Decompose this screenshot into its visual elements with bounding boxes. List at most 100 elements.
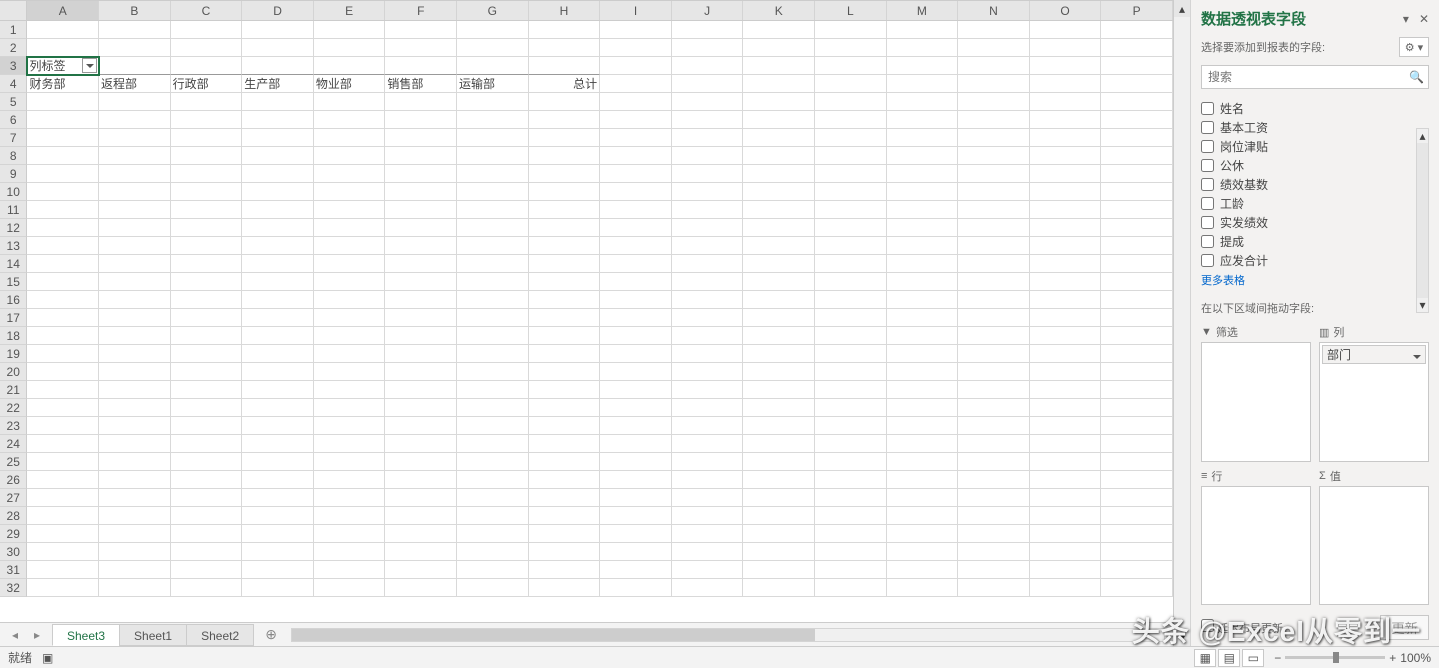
cell[interactable] xyxy=(887,273,959,291)
cell[interactable] xyxy=(887,453,959,471)
cell[interactable] xyxy=(887,525,959,543)
cell[interactable] xyxy=(529,273,601,291)
column-header[interactable]: I xyxy=(600,1,672,20)
cell[interactable] xyxy=(171,201,243,219)
values-zone[interactable]: Σ值 xyxy=(1319,468,1429,606)
cell[interactable] xyxy=(958,39,1030,57)
cell[interactable] xyxy=(27,255,99,273)
cell[interactable] xyxy=(1030,327,1102,345)
cell[interactable] xyxy=(672,219,744,237)
cell[interactable] xyxy=(743,327,815,345)
cell[interactable] xyxy=(743,21,815,39)
cell[interactable] xyxy=(958,21,1030,39)
field-item[interactable]: 应发合计 xyxy=(1201,251,1415,270)
cell[interactable] xyxy=(171,489,243,507)
cell[interactable] xyxy=(99,381,171,399)
cell[interactable] xyxy=(815,273,887,291)
cell[interactable] xyxy=(529,453,601,471)
cell[interactable] xyxy=(600,543,672,561)
cell[interactable] xyxy=(600,75,672,93)
column-header[interactable]: B xyxy=(99,1,171,20)
cell[interactable] xyxy=(314,129,386,147)
cell[interactable] xyxy=(27,363,99,381)
cell[interactable] xyxy=(457,561,529,579)
cell[interactable] xyxy=(385,399,457,417)
cell[interactable] xyxy=(958,255,1030,273)
column-header[interactable]: J xyxy=(672,1,744,20)
cell[interactable] xyxy=(887,399,959,417)
cell[interactable] xyxy=(171,345,243,363)
cell[interactable] xyxy=(1030,291,1102,309)
cell[interactable] xyxy=(27,273,99,291)
cell[interactable] xyxy=(1101,453,1173,471)
cell[interactable] xyxy=(672,201,744,219)
cell[interactable] xyxy=(1101,183,1173,201)
cell[interactable] xyxy=(314,435,386,453)
cell[interactable] xyxy=(815,219,887,237)
cell[interactable] xyxy=(385,471,457,489)
cell[interactable]: 销售部 xyxy=(385,75,457,93)
cell[interactable] xyxy=(314,39,386,57)
cell[interactable] xyxy=(672,579,744,597)
cell[interactable] xyxy=(171,165,243,183)
cell[interactable] xyxy=(672,147,744,165)
cell[interactable] xyxy=(743,507,815,525)
cell[interactable] xyxy=(1030,111,1102,129)
row-header[interactable]: 28 xyxy=(0,507,27,525)
cell[interactable] xyxy=(1030,273,1102,291)
cell[interactable] xyxy=(958,147,1030,165)
cell[interactable] xyxy=(171,57,243,75)
cell[interactable] xyxy=(242,291,314,309)
cell[interactable] xyxy=(99,417,171,435)
cell[interactable] xyxy=(600,129,672,147)
cell[interactable] xyxy=(887,309,959,327)
cell[interactable] xyxy=(385,453,457,471)
field-item[interactable]: 绩效基数 xyxy=(1201,175,1415,194)
sheet-tab[interactable]: Sheet3 xyxy=(52,624,120,646)
cell[interactable] xyxy=(815,417,887,435)
cell[interactable] xyxy=(1030,93,1102,111)
cell[interactable] xyxy=(99,507,171,525)
cell[interactable] xyxy=(1101,507,1173,525)
zoom-slider[interactable] xyxy=(1285,656,1385,659)
cell[interactable] xyxy=(314,273,386,291)
cell[interactable] xyxy=(171,453,243,471)
cell[interactable] xyxy=(99,111,171,129)
cell[interactable] xyxy=(815,525,887,543)
cell[interactable] xyxy=(242,111,314,129)
cell[interactable] xyxy=(1030,129,1102,147)
cell[interactable] xyxy=(600,399,672,417)
cell[interactable] xyxy=(958,219,1030,237)
row-header[interactable]: 7 xyxy=(0,129,27,147)
cell[interactable] xyxy=(887,417,959,435)
cell[interactable] xyxy=(27,165,99,183)
cell[interactable] xyxy=(672,255,744,273)
field-item[interactable]: 岗位津贴 xyxy=(1201,137,1415,156)
cell[interactable]: 运输部 xyxy=(457,75,529,93)
cell[interactable] xyxy=(887,507,959,525)
cell[interactable] xyxy=(743,291,815,309)
cell[interactable] xyxy=(1101,291,1173,309)
cell[interactable] xyxy=(815,75,887,93)
cell[interactable] xyxy=(600,147,672,165)
page-layout-view-icon[interactable]: ▤ xyxy=(1218,649,1240,667)
row-header[interactable]: 13 xyxy=(0,237,27,255)
cell[interactable] xyxy=(242,39,314,57)
cell[interactable] xyxy=(314,399,386,417)
cell[interactable] xyxy=(529,21,601,39)
row-header[interactable]: 22 xyxy=(0,399,27,417)
cell[interactable] xyxy=(171,579,243,597)
cell[interactable] xyxy=(242,237,314,255)
fieldlist-scroll-down-icon[interactable]: ▾ xyxy=(1417,298,1428,312)
cell[interactable] xyxy=(958,165,1030,183)
cell[interactable] xyxy=(457,129,529,147)
cell[interactable] xyxy=(672,435,744,453)
cell[interactable] xyxy=(600,579,672,597)
cell[interactable] xyxy=(385,309,457,327)
cell[interactable] xyxy=(242,471,314,489)
cell[interactable] xyxy=(385,273,457,291)
row-header[interactable]: 21 xyxy=(0,381,27,399)
cell[interactable] xyxy=(600,381,672,399)
cell[interactable] xyxy=(815,489,887,507)
cell[interactable] xyxy=(314,309,386,327)
